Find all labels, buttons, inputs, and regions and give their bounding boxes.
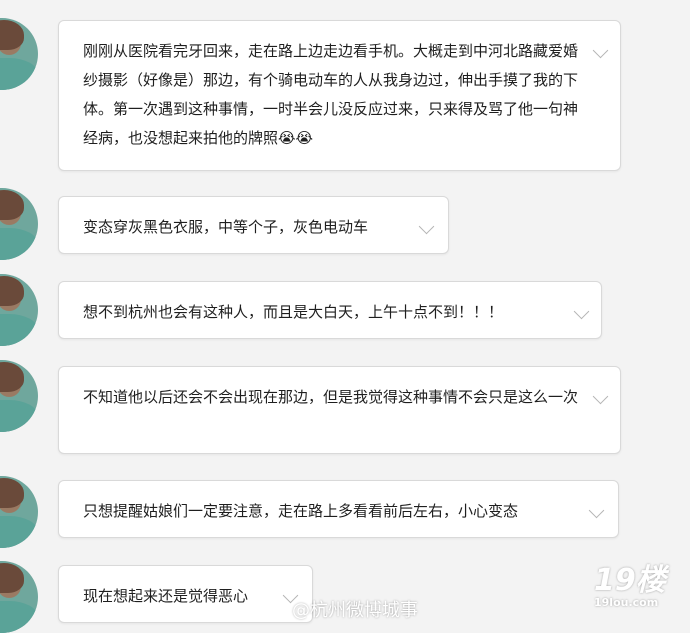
message-bubble: 不知道他以后还会不会出现在那边，但是我觉得这种事情不会只是这么一次	[58, 366, 621, 454]
site-watermark-small: 19lou.com	[594, 596, 659, 609]
message-text: 只想提醒姑娘们一定要注意，走在路上多看看前后左右，小心变态	[83, 502, 519, 520]
message-bubble: 只想提醒姑娘们一定要注意，走在路上多看看前后左右，小心变态	[58, 480, 619, 538]
avatar[interactable]	[0, 561, 38, 633]
site-watermark-big: 19楼	[594, 563, 666, 598]
avatar[interactable]	[0, 360, 38, 432]
chevron-down-icon[interactable]	[592, 42, 609, 59]
avatar[interactable]	[0, 476, 38, 548]
message-bubble: 现在想起来还是觉得恶心	[58, 565, 313, 623]
site-watermark: 19楼 19lou.com	[594, 566, 686, 614]
message-bubble: 想不到杭州也会有这种人，而且是大白天，上午十点不到！！！	[58, 281, 602, 339]
message-text: 刚刚从医院看完牙回来，走在路上边走边看手机。大概走到中河北路藏爱婚纱摄影（好像是…	[83, 42, 579, 147]
avatar[interactable]	[0, 274, 38, 346]
message-text: 想不到杭州也会有这种人，而且是大白天，上午十点不到！！！	[83, 303, 504, 321]
message-text: 现在想起来还是觉得恶心	[83, 587, 249, 605]
chevron-down-icon[interactable]	[592, 388, 609, 405]
message-bubble: 变态穿灰黑色衣服，中等个子，灰色电动车	[58, 196, 449, 254]
weibo-watermark: @杭州微博城事	[292, 600, 418, 621]
avatar[interactable]	[0, 18, 38, 90]
chevron-down-icon[interactable]	[573, 303, 590, 320]
avatar[interactable]	[0, 188, 38, 260]
message-text: 变态穿灰黑色衣服，中等个子，灰色电动车	[83, 218, 369, 236]
message-bubble: 刚刚从医院看完牙回来，走在路上边走边看手机。大概走到中河北路藏爱婚纱摄影（好像是…	[58, 20, 621, 171]
message-text: 不知道他以后还会不会出现在那边，但是我觉得这种事情不会只是这么一次	[83, 388, 579, 406]
